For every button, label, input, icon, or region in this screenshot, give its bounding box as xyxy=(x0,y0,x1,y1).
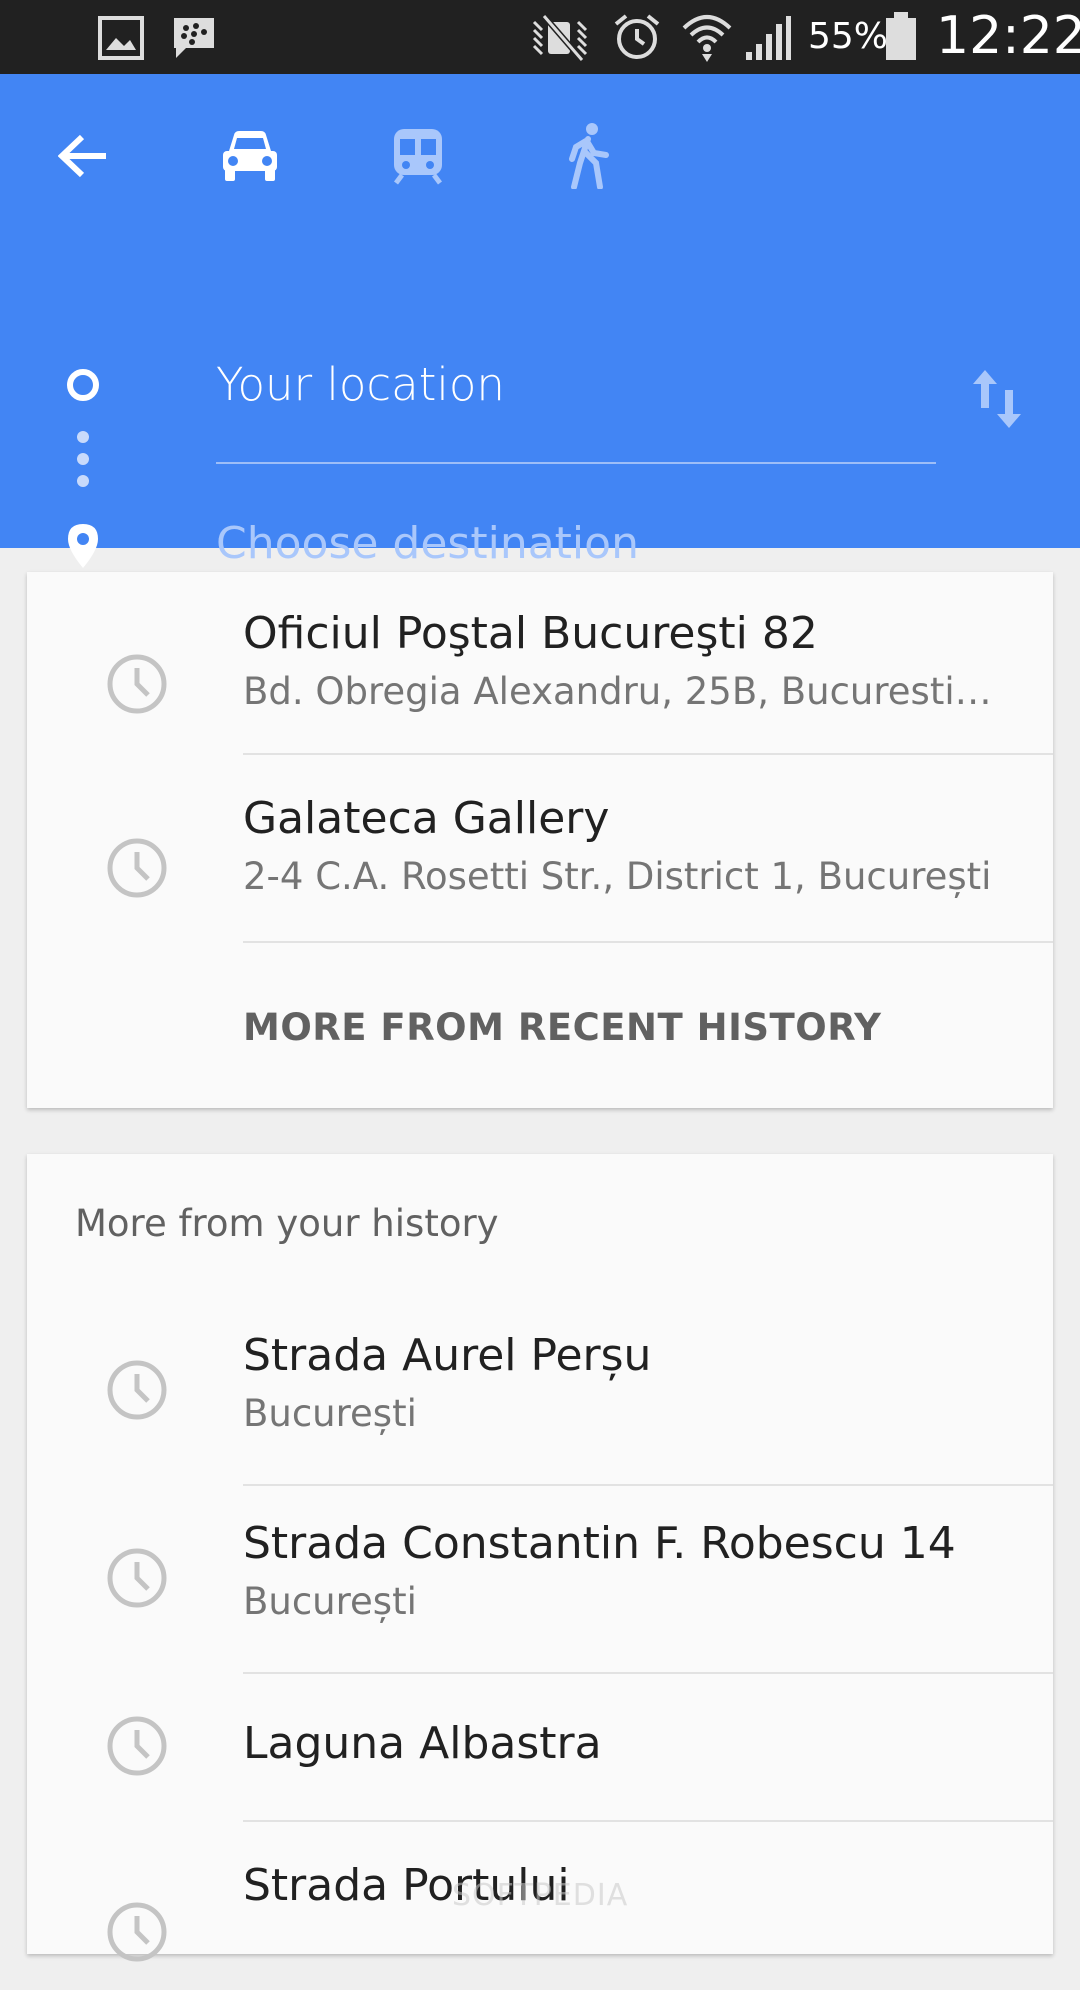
section-title: More from your history xyxy=(75,1202,499,1245)
origin-marker-icon xyxy=(67,369,99,401)
place-title: Galateca Gallery xyxy=(243,793,610,844)
place-address: 2-4 C.A. Rosetti Str., District 1, Bucur… xyxy=(243,855,992,898)
history-card: More from your history Strada Aurel Perș… xyxy=(27,1154,1053,1962)
mute-icon xyxy=(532,14,588,62)
place-title: Oficiul Poştal Bucureşti 82 xyxy=(243,608,818,659)
status-bar: 55% 12:22 xyxy=(0,0,1080,74)
mode-walking-button[interactable] xyxy=(548,114,628,198)
back-arrow-icon xyxy=(58,134,106,178)
swap-icon xyxy=(973,370,1021,428)
destination-pin-icon xyxy=(68,524,98,568)
clock-icon xyxy=(107,654,167,714)
list-item[interactable]: Galateca Gallery 2-4 C.A. Rosetti Str., … xyxy=(27,755,1053,943)
place-address: Bd. Obregia Alexandru, 25B, Bucuresti… xyxy=(243,670,992,713)
recent-card: Oficiul Poştal Bucureşti 82 Bd. Obregia … xyxy=(27,572,1053,1108)
bbm-icon xyxy=(174,18,214,58)
list-item[interactable]: Oficiul Poştal Bucureşti 82 Bd. Obregia … xyxy=(27,572,1053,755)
list-item[interactable]: Strada Constantin F. Robescu 14 Bucureșt… xyxy=(27,1486,1053,1674)
destination-field[interactable]: Choose destination xyxy=(216,518,639,569)
list-item[interactable]: Strada Aurel Perșu București xyxy=(27,1298,1053,1486)
clock-icon xyxy=(107,838,167,898)
battery-percent: 55% xyxy=(808,16,889,57)
origin-field[interactable]: Your location xyxy=(216,358,505,411)
mode-driving-button[interactable] xyxy=(210,114,290,198)
clock-time: 12:22 xyxy=(936,6,1080,66)
clock-icon xyxy=(107,1902,167,1962)
swap-button[interactable] xyxy=(956,346,1038,452)
clock-icon xyxy=(107,1716,167,1776)
route-dot-icon xyxy=(77,431,89,443)
place-title: Strada Aurel Perșu xyxy=(243,1330,652,1381)
back-button[interactable] xyxy=(44,116,124,196)
place-title: Strada Constantin F. Robescu 14 xyxy=(243,1518,956,1569)
place-address: București xyxy=(243,1580,417,1623)
mode-transit-button[interactable] xyxy=(378,114,458,198)
alarm-icon xyxy=(614,14,660,59)
field-divider xyxy=(216,462,936,464)
directions-header: Your location Choose destination xyxy=(0,74,1080,569)
divider xyxy=(243,941,1053,943)
place-address: București xyxy=(243,1392,417,1435)
battery-icon xyxy=(886,12,916,60)
clock-icon xyxy=(107,1548,167,1608)
list-item[interactable]: Laguna Albastra xyxy=(27,1674,1053,1822)
signal-icon xyxy=(746,16,791,60)
wifi-icon xyxy=(682,15,732,62)
car-icon xyxy=(223,131,277,181)
place-title: Laguna Albastra xyxy=(243,1718,602,1769)
route-dot-icon xyxy=(77,453,89,465)
transit-icon xyxy=(394,129,442,185)
gallery-icon xyxy=(98,16,144,60)
route-dot-icon xyxy=(77,475,89,487)
clock-icon xyxy=(107,1360,167,1420)
more-recent-history-button[interactable]: MORE FROM RECENT HISTORY xyxy=(243,1006,881,1049)
watermark: SOFTPEDIA xyxy=(452,1878,629,1913)
walk-icon xyxy=(569,123,609,189)
